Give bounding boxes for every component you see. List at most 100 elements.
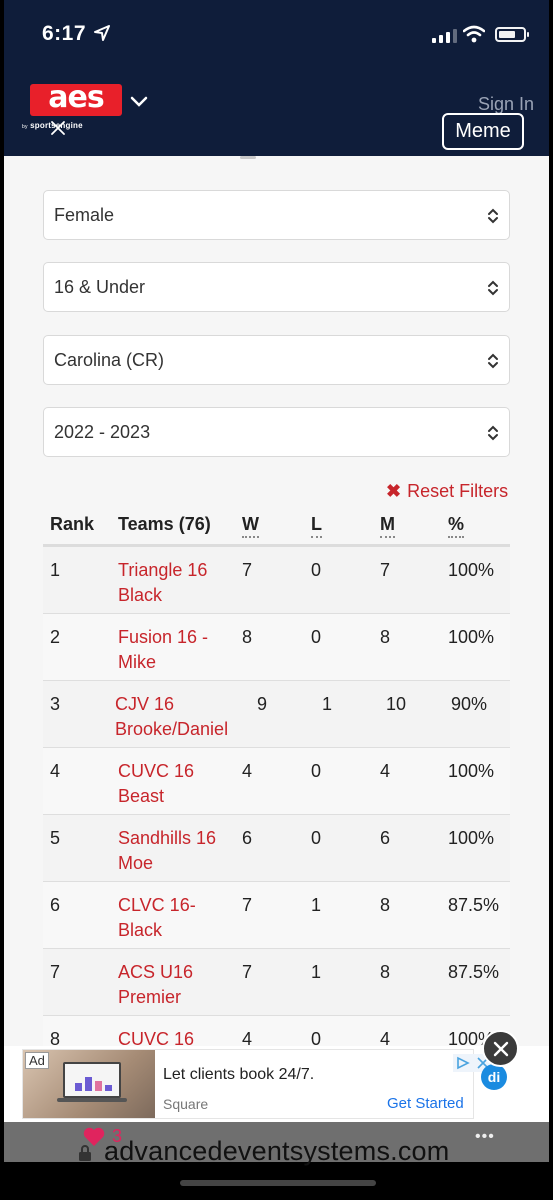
region-value: Carolina (CR) — [54, 349, 165, 370]
header-matches[interactable]: M — [380, 514, 395, 538]
percent-cell: 100% — [448, 627, 495, 647]
ad-headline: Let clients book 24/7. — [163, 1066, 315, 1083]
team-link[interactable]: CLVC 16-Black — [118, 893, 236, 943]
losses-cell: 1 — [311, 895, 322, 915]
age-value: 16 & Under — [54, 276, 146, 297]
home-indicator[interactable] — [180, 1180, 376, 1186]
team-link[interactable]: ACS U16 Premier — [118, 960, 236, 1010]
percent-cell: 100% — [448, 560, 495, 580]
matches-cell: 8 — [380, 895, 391, 915]
matches-cell: 4 — [380, 1029, 391, 1046]
rank-cell: 2 — [50, 627, 61, 647]
percent-cell: 100% — [448, 761, 495, 781]
season-select[interactable]: 2022 - 2023 — [43, 407, 510, 457]
chevron-down-icon[interactable] — [130, 96, 148, 108]
gender-select[interactable]: Female — [43, 190, 510, 240]
wins-cell: 4 — [242, 761, 253, 781]
rank-cell: 5 — [50, 828, 61, 848]
rank-cell: 6 — [50, 895, 61, 915]
phone-frame: 6:17 aes by sportsengine Sign In Meme — [0, 0, 553, 1200]
gender-value: Female — [54, 204, 115, 225]
ad-card[interactable]: Ad Let clients book 24/7. Square Get Sta… — [22, 1049, 493, 1119]
table-row: 7 ACS U16 Premier 7 1 8 87.5% — [43, 949, 510, 1016]
wins-cell: 7 — [242, 560, 253, 580]
rank-cell: 7 — [50, 962, 61, 982]
team-link[interactable]: CUVC 16 Beast — [118, 759, 236, 809]
wins-cell: 7 — [242, 962, 253, 982]
select-arrows-icon — [488, 425, 498, 441]
rank-cell: 1 — [50, 560, 61, 580]
drag-handle — [240, 156, 256, 159]
logo-text: aes — [48, 80, 104, 115]
select-arrows-icon — [488, 280, 498, 296]
percent-cell: 100% — [448, 828, 495, 848]
percent-cell: 90% — [451, 694, 488, 714]
team-link[interactable]: CJV 16 Brooke/Daniel — [115, 692, 255, 742]
laptop-illustration — [63, 1062, 121, 1098]
cellular-signal-icon — [432, 29, 457, 43]
rank-cell: 3 — [50, 694, 61, 714]
losses-cell: 0 — [311, 761, 322, 781]
wifi-icon — [463, 25, 485, 43]
matches-cell: 8 — [380, 962, 391, 982]
reset-x-icon: ✖ — [386, 481, 402, 501]
select-arrows-icon — [488, 353, 498, 369]
losses-cell: 0 — [311, 828, 322, 848]
losses-cell: 1 — [322, 694, 333, 714]
team-link[interactable]: CUVC 16 — [118, 1027, 236, 1046]
season-value: 2022 - 2023 — [54, 421, 151, 442]
laptop-base — [57, 1098, 127, 1102]
reset-filters-link[interactable]: ✖ Reset Filters — [386, 481, 508, 502]
wins-cell: 7 — [242, 895, 253, 915]
header-losses[interactable]: L — [311, 514, 322, 538]
meme-button[interactable]: Meme — [442, 113, 524, 150]
wins-cell: 8 — [242, 627, 253, 647]
table-row: 5 Sandhills 16 Moe 6 0 6 100% — [43, 815, 510, 882]
table-row: 6 CLVC 16-Black 7 1 8 87.5% — [43, 882, 510, 949]
rank-cell: 8 — [50, 1029, 61, 1046]
sign-in-link[interactable]: Sign In — [478, 94, 534, 115]
ad-cta-link[interactable]: Get Started — [387, 1095, 464, 1112]
age-select[interactable]: 16 & Under — [43, 262, 510, 312]
ad-close-button[interactable] — [482, 1030, 519, 1067]
matches-cell: 10 — [386, 694, 407, 714]
table-row: 8 CUVC 16 4 0 4 100% — [43, 1016, 510, 1046]
table-row: 4 CUVC 16 Beast 4 0 4 100% — [43, 748, 510, 815]
more-options-icon[interactable]: ••• — [475, 1128, 495, 1146]
aes-logo[interactable]: aes — [30, 80, 122, 116]
team-link[interactable]: Triangle 16 Black — [118, 558, 236, 608]
ad-brand: Square — [163, 1096, 209, 1112]
ad-banner: Ad Let clients book 24/7. Square Get Sta… — [4, 1046, 549, 1122]
losses-cell: 0 — [311, 560, 322, 580]
team-link[interactable]: Fusion 16 - Mike — [118, 625, 236, 675]
rank-cell: 4 — [50, 761, 61, 781]
wins-cell: 6 — [242, 828, 253, 848]
losses-cell: 0 — [311, 627, 322, 647]
status-time: 6:17 — [42, 22, 87, 45]
matches-cell: 6 — [380, 828, 391, 848]
select-arrows-icon — [488, 208, 498, 224]
matches-cell: 8 — [380, 627, 391, 647]
header-rank[interactable]: Rank — [50, 514, 94, 535]
wins-cell: 4 — [242, 1029, 253, 1046]
close-icon[interactable] — [50, 120, 66, 136]
percent-cell: 87.5% — [448, 895, 500, 915]
rankings-content: Female 16 & Under Carolina (CR) 2022 - 2… — [4, 156, 549, 1046]
matches-cell: 7 — [380, 560, 391, 580]
table-header: Rank Teams (76) W L M % — [43, 512, 510, 546]
header-wins[interactable]: W — [242, 514, 259, 538]
table-row: 1 Triangle 16 Black 7 0 7 100% — [43, 547, 510, 614]
close-icon — [493, 1041, 508, 1056]
team-link[interactable]: Sandhills 16 Moe — [118, 826, 236, 876]
url-text[interactable]: advancedeventsystems.com — [104, 1136, 449, 1167]
header-percent[interactable]: % — [448, 514, 465, 538]
site-header: aes by sportsengine Sign In Meme — [4, 70, 549, 156]
location-arrow-icon — [94, 25, 110, 41]
header-teams[interactable]: Teams (76) — [118, 514, 211, 535]
table-row: 2 Fusion 16 - Mike 8 0 8 100% — [43, 614, 510, 681]
region-select[interactable]: Carolina (CR) — [43, 335, 510, 385]
reset-label: Reset Filters — [407, 481, 509, 501]
table-row: 3 CJV 16 Brooke/Daniel 9 1 10 90% — [43, 681, 510, 748]
percent-cell: 87.5% — [448, 962, 500, 982]
ad-info-icon[interactable]: di — [481, 1064, 507, 1090]
